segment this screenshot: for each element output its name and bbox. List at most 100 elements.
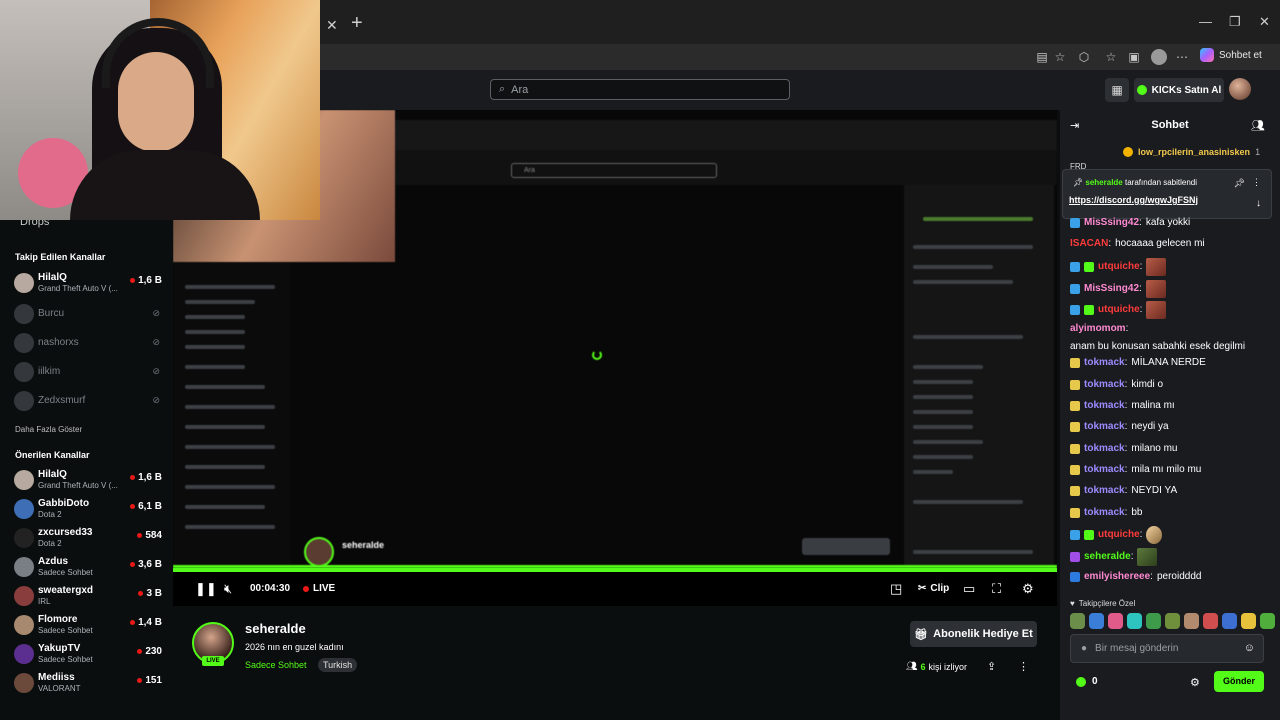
- emote[interactable]: [1203, 613, 1218, 629]
- chat-message: MisSsing42: kafa yokki: [1070, 216, 1275, 230]
- top-gifter[interactable]: low_rpcilerin_anasinisken 1: [1123, 147, 1260, 157]
- emote[interactable]: [1184, 613, 1199, 629]
- new-tab-icon[interactable]: +: [351, 12, 363, 35]
- pinned-link[interactable]: https://discord.gg/wgwJgFSNj: [1069, 195, 1198, 205]
- viewer-count-label: kişi izliyor: [928, 661, 967, 672]
- tab-close-icon[interactable]: ✕: [326, 17, 338, 34]
- emote-favorites: [1070, 613, 1275, 631]
- browser-menu-icon[interactable]: ⋯: [1174, 49, 1190, 65]
- recommended-channel[interactable]: Mediiss VALORANT 151: [14, 671, 164, 695]
- chat-username[interactable]: tokmack: [1084, 420, 1125, 434]
- emote[interactable]: [1260, 613, 1275, 629]
- followed-channel[interactable]: Burcu ⊘: [14, 302, 164, 326]
- emote[interactable]: [1241, 613, 1256, 629]
- search-input[interactable]: ⌕ Ara: [490, 79, 790, 100]
- channel-name: nashorxs: [38, 337, 79, 348]
- theater-mode-icon[interactable]: ▭: [963, 581, 975, 597]
- nested-line: [913, 470, 953, 474]
- mute-icon[interactable]: 🔇︎: [224, 581, 232, 597]
- chat-username[interactable]: tokmack: [1084, 356, 1125, 370]
- extensions-icon[interactable]: ⬡: [1076, 49, 1092, 65]
- emote[interactable]: [1222, 613, 1237, 629]
- layout-toggle-button[interactable]: ▦: [1105, 78, 1129, 102]
- emote[interactable]: [1146, 613, 1161, 629]
- browser-profile-icon[interactable]: [1151, 49, 1167, 65]
- chat-emote[interactable]: [1145, 280, 1166, 298]
- channel-points[interactable]: 0: [1076, 676, 1098, 687]
- share-icon[interactable]: ⇪: [987, 660, 996, 673]
- buy-kicks-button[interactable]: KICKs Satın Al: [1134, 78, 1224, 102]
- emote[interactable]: [1165, 613, 1180, 629]
- streamer-name[interactable]: seheralde: [245, 621, 306, 636]
- live-dot-icon: [130, 562, 136, 567]
- chat-username[interactable]: utquiche: [1098, 528, 1140, 542]
- chat-username[interactable]: tokmack: [1084, 399, 1125, 413]
- recommended-channel[interactable]: sweatergxd IRL 3 B: [14, 584, 164, 608]
- recommended-channel[interactable]: zxcursed33 Dota 2 584: [14, 526, 164, 550]
- pinned-menu-icon[interactable]: ⋮: [1252, 177, 1261, 188]
- more-options-icon[interactable]: ⋮: [1018, 660, 1029, 673]
- pin-icon[interactable]: 📌︎: [1234, 178, 1245, 189]
- collections-icon[interactable]: ▣: [1126, 49, 1142, 65]
- maximize-icon[interactable]: ❐: [1229, 14, 1241, 30]
- chat-message: tokmack: mila mı milo mu: [1070, 463, 1275, 477]
- chat-username[interactable]: tokmack: [1084, 442, 1125, 456]
- chat-username[interactable]: MisSsing42: [1084, 282, 1139, 296]
- chat-username[interactable]: tokmack: [1084, 506, 1125, 520]
- pause-icon[interactable]: ❚❚: [195, 581, 217, 597]
- chat-username[interactable]: utquiche: [1098, 260, 1140, 274]
- chat-username[interactable]: emilyishereee: [1084, 570, 1150, 584]
- emote[interactable]: [1089, 613, 1104, 629]
- fullscreen-icon[interactable]: ⛶: [992, 581, 1001, 597]
- channel-category: Dota 2: [38, 539, 62, 548]
- favorites-icon[interactable]: ☆: [1103, 49, 1119, 65]
- chat-username[interactable]: alyimomom: [1070, 322, 1126, 336]
- expand-pinned-icon[interactable]: ↓: [1256, 198, 1261, 209]
- followed-channel[interactable]: nashorxs ⊘: [14, 331, 164, 355]
- settings-gear-icon[interactable]: ⚙: [1022, 581, 1034, 597]
- gift-subscription-button[interactable]: 🎁︎ Abonelik Hediye Et: [910, 621, 1037, 647]
- chat-settings-icon[interactable]: ⚙: [1190, 676, 1200, 689]
- chat-username[interactable]: utquiche: [1098, 303, 1140, 317]
- chat-username[interactable]: tokmack: [1084, 463, 1125, 477]
- favorite-star-icon[interactable]: ☆: [1052, 49, 1068, 65]
- chat-username[interactable]: tokmack: [1084, 484, 1125, 498]
- followed-channel[interactable]: iilkim ⊘: [14, 360, 164, 384]
- picture-in-picture-icon[interactable]: ◳: [890, 581, 902, 597]
- chat-username[interactable]: MisSsing42: [1084, 216, 1139, 230]
- recommended-channel[interactable]: HilalQ Grand Theft Auto V (... 1,6 B: [14, 468, 164, 492]
- chat-username[interactable]: ISACAN: [1070, 237, 1108, 251]
- recommended-channel[interactable]: GabbiDoto Dota 2 6,1 B: [14, 497, 164, 521]
- recommended-channel[interactable]: Flomore Sadece Sohbet 1,4 B: [14, 613, 164, 637]
- emote[interactable]: [1108, 613, 1123, 629]
- close-window-icon[interactable]: ✕: [1259, 14, 1270, 30]
- clip-button[interactable]: ✂ Clip: [918, 583, 949, 594]
- chat-emote[interactable]: [1146, 258, 1167, 276]
- chat-message-input[interactable]: ● Bir mesaj gönderin ☺: [1070, 634, 1264, 663]
- live-indicator[interactable]: LIVE: [303, 583, 335, 594]
- minimize-icon[interactable]: —: [1199, 14, 1212, 29]
- recommended-channel[interactable]: Azdus Sadece Sohbet 3,6 B: [14, 555, 164, 579]
- emoji-picker-icon[interactable]: ☺: [1244, 642, 1255, 654]
- user-avatar[interactable]: [1229, 78, 1251, 100]
- chat-emote[interactable]: [1146, 301, 1167, 319]
- followed-channel[interactable]: HilalQ Grand Theft Auto V (... 1,6 B: [14, 271, 164, 295]
- chat-username[interactable]: tokmack: [1084, 378, 1125, 392]
- nested-line: [913, 410, 973, 414]
- copilot-button[interactable]: Sohbet et: [1200, 48, 1262, 62]
- chat-emote[interactable]: [1137, 548, 1158, 566]
- chat-username[interactable]: seheralde: [1084, 550, 1131, 564]
- emote[interactable]: [1127, 613, 1142, 629]
- chat-emote[interactable]: [1146, 526, 1163, 544]
- stream-category[interactable]: Sadece Sohbet: [245, 660, 307, 670]
- send-button[interactable]: Gönder: [1214, 671, 1264, 692]
- channel-name: Zedxsmurf: [38, 395, 86, 406]
- stream-tag[interactable]: Turkish: [318, 658, 358, 672]
- show-more-link[interactable]: Daha Fazla Göster: [15, 425, 82, 434]
- reader-icon[interactable]: ▤: [1034, 49, 1050, 65]
- chat-users-icon[interactable]: 👥︎: [1251, 119, 1265, 132]
- recommended-channel[interactable]: YakupTV Sadece Sohbet 230: [14, 642, 164, 666]
- followed-channel[interactable]: Zedxsmurf ⊘: [14, 389, 164, 413]
- channel-category: Dota 2: [38, 510, 62, 519]
- emote[interactable]: [1070, 613, 1085, 629]
